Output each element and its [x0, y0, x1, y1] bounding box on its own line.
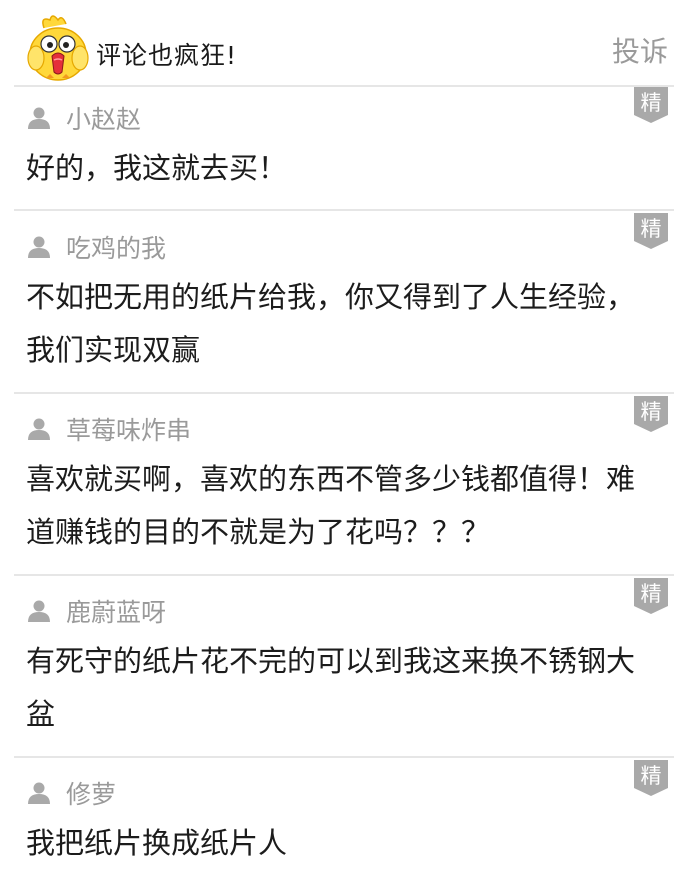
comment-text: 好的，我这就去买！: [26, 151, 288, 185]
featured-badge: 精: [634, 396, 668, 432]
author-name[interactable]: 修萝: [66, 775, 116, 811]
comment-text: 有死守的纸片花不完的可以到我这来换不锈钢大盆: [26, 644, 636, 731]
author-row: 小赵赵: [26, 101, 141, 135]
user-icon: [28, 600, 50, 622]
comment-text: 喜欢就买啊，喜欢的东西不管多少钱都值得！难道赚钱的目的不就是为了花吗？？？: [26, 462, 636, 549]
featured-badge: 精: [634, 87, 668, 123]
author-name[interactable]: 小赵赵: [66, 100, 141, 136]
comment-text: 我把纸片换成纸片人: [26, 826, 288, 860]
list-item: 精 鹿蔚蓝呀 有死守的纸片花不完的可以到我这来换不锈钢大盆: [14, 576, 682, 758]
report-button[interactable]: 投诉: [612, 30, 668, 70]
featured-badge: 精: [634, 578, 668, 614]
list-item: 精 小赵赵 好的，我这就去买！: [14, 87, 682, 211]
user-icon: [28, 418, 50, 440]
list-item: 精 草莓味炸串 喜欢就买啊，喜欢的东西不管多少钱都值得！难道赚钱的目的不就是为了…: [14, 394, 682, 576]
author-name[interactable]: 鹿蔚蓝呀: [66, 593, 166, 629]
featured-badge: 精: [634, 760, 668, 796]
author-row: 鹿蔚蓝呀: [26, 594, 166, 628]
list-item: 精 修萝 我把纸片换成纸片人: [14, 758, 682, 885]
author-row: 草莓味炸串: [26, 412, 191, 446]
user-icon: [28, 107, 50, 129]
author-name[interactable]: 吃鸡的我: [66, 229, 166, 265]
list-item: 精 吃鸡的我 不如把无用的纸片给我，你又得到了人生经验，我们实现双赢: [14, 211, 682, 394]
user-icon: [28, 782, 50, 804]
author-name[interactable]: 草莓味炸串: [66, 411, 191, 447]
header: 评论也疯狂! 投诉: [0, 0, 682, 88]
user-icon: [28, 236, 50, 258]
author-row: 吃鸡的我: [26, 230, 166, 264]
comment-text: 不如把无用的纸片给我，你又得到了人生经验，我们实现双赢: [26, 280, 636, 367]
featured-badge: 精: [634, 213, 668, 249]
author-row: 修萝: [26, 776, 116, 810]
chick-mascot-icon: [27, 15, 89, 81]
page-title: 评论也疯狂!: [96, 41, 238, 70]
